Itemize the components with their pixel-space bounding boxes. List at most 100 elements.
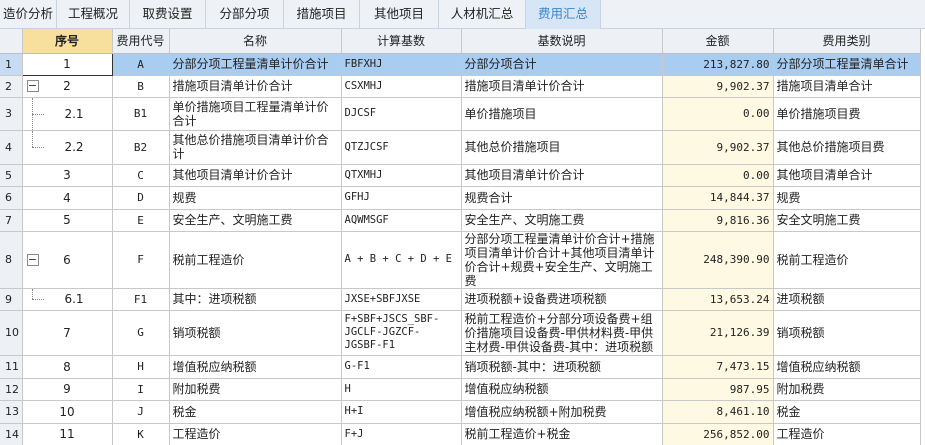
collapse-minus-icon[interactable]: −	[26, 80, 39, 92]
cell-name[interactable]: 其他总价措施项目清单计价合计	[169, 130, 342, 165]
tab-8[interactable]: 费用汇总	[526, 0, 601, 29]
table-row[interactable]: 12 9 I 附加税费 H 增值税应纳税额 987.95 附加税费	[0, 378, 921, 401]
tab-6[interactable]: 其他项目	[360, 0, 439, 29]
header-calc-base[interactable]: 计算基数	[341, 29, 462, 54]
cell-fee-category[interactable]: 措施项目清单合计	[773, 75, 921, 98]
cell-seq[interactable]: 11	[22, 423, 113, 445]
cell-calc-base[interactable]: CSXMHJ	[341, 75, 462, 98]
cell-base-desc[interactable]: 税前工程造价+分部分项设备费+组价措施项目设备费-甲供材料费-甲供主材费-甲供设…	[461, 310, 663, 356]
cell-fee-category[interactable]: 分部分项工程量清单合计	[773, 53, 921, 76]
cell-fee-code[interactable]: H	[112, 355, 170, 379]
cell-seq[interactable]: −6	[22, 231, 113, 289]
cell-calc-base[interactable]: G-F1	[341, 355, 462, 379]
cell-seq[interactable]: 10	[22, 400, 113, 424]
cell-name[interactable]: 增值税应纳税额	[169, 355, 342, 379]
cell-seq[interactable]: 6.1	[22, 288, 113, 311]
cell-base-desc[interactable]: 措施项目清单计价合计	[461, 75, 663, 98]
cell-fee-category[interactable]: 附加税费	[773, 378, 921, 401]
cell-amount[interactable]: 7,473.15	[662, 355, 774, 379]
cell-fee-code[interactable]: K	[112, 423, 170, 445]
cell-amount[interactable]: 0.00	[662, 97, 774, 131]
table-row[interactable]: 10 7 G 销项税额 F+SBF+JSCS_SBF-JGCLF-JGZCF-JGSBF…	[0, 310, 921, 356]
cell-fee-category[interactable]: 单价措施项目费	[773, 97, 921, 131]
cell-fee-code[interactable]: F	[112, 231, 170, 289]
cell-fee-code[interactable]: G	[112, 310, 170, 356]
table-row[interactable]: 14 11 K 工程造价 F+J 税前工程造价+税金 256,852.00 工程造价	[0, 423, 921, 445]
tab-2[interactable]: 工程概况	[57, 0, 130, 29]
tab-7[interactable]: 人材机汇总	[439, 0, 526, 29]
cell-amount[interactable]: 0.00	[662, 164, 774, 187]
cell-seq[interactable]: 8	[22, 355, 113, 379]
cell-seq[interactable]: 2.2	[22, 130, 113, 165]
cell-fee-category[interactable]: 进项税额	[773, 288, 921, 311]
cell-calc-base[interactable]: FBFXHJ	[341, 53, 462, 76]
cell-fee-code[interactable]: I	[112, 378, 170, 401]
cell-amount[interactable]: 14,844.37	[662, 186, 774, 210]
cell-calc-base[interactable]: F+SBF+JSCS_SBF-JGCLF-JGZCF-JGSBF-F1	[341, 310, 462, 356]
header-fee-code[interactable]: 费用代号	[112, 29, 170, 54]
cell-amount[interactable]: 256,852.00	[662, 423, 774, 445]
cell-calc-base[interactable]: GFHJ	[341, 186, 462, 210]
cell-seq[interactable]: 3	[22, 164, 113, 187]
cell-calc-base[interactable]: DJCSF	[341, 97, 462, 131]
table-row[interactable]: 11 8 H 增值税应纳税额 G-F1 销项税额-其中：进项税额 7,473.15 增值税应纳…	[0, 355, 921, 379]
cell-seq[interactable]: 9	[22, 378, 113, 401]
cell-base-desc[interactable]: 规费合计	[461, 186, 663, 210]
header-base-desc[interactable]: 基数说明	[461, 29, 663, 54]
cell-amount[interactable]: 213,827.80	[662, 53, 774, 76]
cell-base-desc[interactable]: 其他项目清单计价合计	[461, 164, 663, 187]
cell-base-desc[interactable]: 增值税应纳税额	[461, 378, 663, 401]
cell-calc-base[interactable]: F+J	[341, 423, 462, 445]
cell-calc-base[interactable]: H+I	[341, 400, 462, 424]
cell-name[interactable]: 其他项目清单计价合计	[169, 164, 342, 187]
header-name[interactable]: 名称	[169, 29, 342, 54]
cell-name[interactable]: 税金	[169, 400, 342, 424]
cell-fee-category[interactable]: 规费	[773, 186, 921, 210]
cell-name[interactable]: 工程造价	[169, 423, 342, 445]
table-row[interactable]: 3 2.1 B1 单价措施项目工程量清单计价合计 DJCSF 单价措施项目 0.00 单价措施…	[0, 97, 921, 131]
cell-fee-code[interactable]: J	[112, 400, 170, 424]
cell-name[interactable]: 销项税额	[169, 310, 342, 356]
cell-seq[interactable]: 4	[22, 186, 113, 210]
cell-fee-category[interactable]: 工程造价	[773, 423, 921, 445]
header-seq[interactable]: 序号	[22, 29, 113, 54]
table-row[interactable]: 9 6.1 F1 其中：进项税额 JXSE+SBFJXSE 进项税额+设备费进项税额 13,…	[0, 288, 921, 311]
cell-fee-code[interactable]: F1	[112, 288, 170, 311]
cell-amount[interactable]: 21,126.39	[662, 310, 774, 356]
cell-calc-base[interactable]: AQWMSGF	[341, 209, 462, 232]
cell-name[interactable]: 附加税费	[169, 378, 342, 401]
cell-fee-category[interactable]: 税前工程造价	[773, 231, 921, 289]
cell-base-desc[interactable]: 单价措施项目	[461, 97, 663, 131]
cell-fee-code[interactable]: C	[112, 164, 170, 187]
cell-name[interactable]: 单价措施项目工程量清单计价合计	[169, 97, 342, 131]
tab-1[interactable]: 造价分析	[0, 0, 57, 29]
table-row[interactable]: 8−6 F 税前工程造价 A + B + C + D + E 分部分项工程量清单计价合计…	[0, 231, 921, 289]
collapse-minus-icon[interactable]: −	[26, 253, 39, 266]
cell-seq[interactable]: −2	[22, 75, 113, 98]
cell-calc-base[interactable]: H	[341, 378, 462, 401]
table-row[interactable]: 7 5 E 安全生产、文明施工费 AQWMSGF 安全生产、文明施工费 9,816.36 安全…	[0, 209, 921, 232]
cell-name[interactable]: 税前工程造价	[169, 231, 342, 289]
cell-base-desc[interactable]: 进项税额+设备费进项税额	[461, 288, 663, 311]
table-row[interactable]: 1 1 A 分部分项工程量清单计价合计 FBFXHJ 分部分项合计 213,827.80 分部…	[0, 52, 921, 76]
cell-name[interactable]: 分部分项工程量清单计价合计	[169, 53, 342, 76]
cell-amount[interactable]: 9,902.37	[662, 75, 774, 98]
cell-fee-code[interactable]: E	[112, 209, 170, 232]
cell-name[interactable]: 其中：进项税额	[169, 288, 342, 311]
header-fee-category[interactable]: 费用类别	[773, 29, 921, 54]
cell-seq[interactable]: 1	[21, 52, 113, 76]
cell-fee-code[interactable]: B1	[112, 97, 170, 131]
tab-3[interactable]: 取费设置	[130, 0, 206, 29]
cell-calc-base[interactable]: A + B + C + D + E	[341, 231, 462, 289]
table-row[interactable]: 5 3 C 其他项目清单计价合计 QTXMHJ 其他项目清单计价合计 0.00 其他项目清单合…	[0, 164, 921, 187]
cell-base-desc[interactable]: 增值税应纳税额+附加税费	[461, 400, 663, 424]
cell-name[interactable]: 规费	[169, 186, 342, 210]
cell-fee-code[interactable]: A	[112, 53, 170, 76]
table-row[interactable]: 4 2.2 B2 其他总价措施项目清单计价合计 QTZJCSF 其他总价措施项目 9,902…	[0, 130, 921, 165]
cell-name[interactable]: 措施项目清单计价合计	[169, 75, 342, 98]
header-amount[interactable]: 金额	[662, 29, 774, 54]
table-row[interactable]: 2−2 B 措施项目清单计价合计 CSXMHJ 措施项目清单计价合计 9,902.37 措施…	[0, 75, 921, 98]
tab-4[interactable]: 分部分项	[206, 0, 284, 29]
table-row[interactable]: 6 4 D 规费 GFHJ 规费合计 14,844.37 规费	[0, 186, 921, 210]
cell-amount[interactable]: 13,653.24	[662, 288, 774, 311]
